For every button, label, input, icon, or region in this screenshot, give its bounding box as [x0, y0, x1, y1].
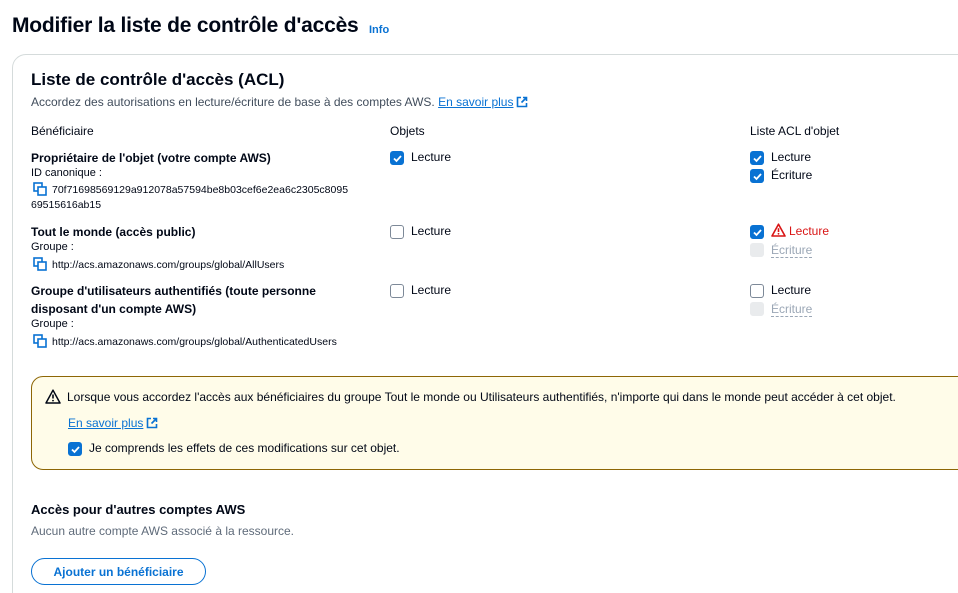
column-header-object-acl: Liste ACL d'objet — [750, 124, 840, 138]
acl-learn-more-label: En savoir plus — [438, 95, 514, 109]
acl-description-text: Accordez des autorisations en lecture/éc… — [31, 95, 435, 109]
authenticated-objects-read-checkbox[interactable] — [390, 284, 404, 298]
authenticated-acl-write-checkbox[interactable] — [750, 302, 764, 316]
page-title: Modifier la liste de contrôle d'accès — [12, 14, 359, 37]
owner-acl-read-label: Lecture — [771, 150, 812, 164]
external-link-icon — [147, 417, 158, 429]
info-link[interactable]: Info — [369, 24, 389, 36]
grantee-owner-name: Propriétaire de l'objet (votre compte AW… — [31, 151, 271, 165]
other-accounts-description: Aucun autre compte AWS associé à la ress… — [31, 524, 295, 538]
copy-icon[interactable] — [33, 182, 47, 196]
authenticated-acl-read-label: Lecture — [771, 283, 812, 297]
copy-icon[interactable] — [33, 334, 47, 348]
alert-learn-more-link[interactable]: En savoir plus — [68, 416, 158, 430]
grantee-authenticated-name-line1: Groupe d'utilisateurs authentifiés (tout… — [31, 284, 316, 298]
external-link-icon — [517, 96, 528, 108]
owner-acl-write-checkbox[interactable] — [750, 169, 764, 183]
warning-triangle-icon — [771, 223, 786, 237]
grantee-owner-canonical-id-line2: 69515616ab15 — [31, 199, 102, 211]
grantee-authenticated-sub-label: Groupe : — [31, 318, 74, 330]
acknowledge-label: Je comprends les effets de ces modificat… — [89, 441, 400, 455]
everyone-objects-read-label: Lecture — [411, 224, 452, 238]
grantee-everyone-sub-label: Groupe : — [31, 241, 74, 253]
warning-triangle-icon — [45, 389, 61, 404]
owner-objects-read-checkbox[interactable] — [390, 151, 404, 165]
owner-objects-read-label: Lecture — [411, 150, 452, 164]
check-icon — [753, 155, 762, 163]
column-header-objects: Objets — [390, 124, 425, 138]
grantee-authenticated-group-uri: http://acs.amazonaws.com/groups/global/A… — [52, 336, 337, 348]
column-header-grantee: Bénéficiaire — [31, 124, 94, 138]
check-icon — [753, 173, 762, 181]
check-icon — [753, 229, 762, 237]
owner-acl-write-label: Écriture — [771, 168, 813, 182]
grantee-owner-sub-label: ID canonique : — [31, 167, 102, 179]
check-icon — [393, 155, 402, 163]
copy-icon[interactable] — [33, 257, 47, 271]
acknowledge-checkbox[interactable] — [68, 442, 82, 456]
authenticated-objects-read-label: Lecture — [411, 283, 452, 297]
authenticated-acl-read-checkbox[interactable] — [750, 284, 764, 298]
add-grantee-button[interactable]: Ajouter un bénéficiaire — [31, 558, 206, 585]
grantee-authenticated-name-line2: disposant d'un compte AWS) — [31, 302, 197, 316]
everyone-acl-write-label: Écriture — [771, 243, 813, 258]
everyone-acl-read-checkbox[interactable] — [750, 225, 764, 239]
check-icon — [71, 446, 80, 454]
alert-message: Lorsque vous accordez l'accès aux bénéfi… — [67, 390, 896, 404]
owner-acl-read-checkbox[interactable] — [750, 151, 764, 165]
alert-learn-more-label: En savoir plus — [68, 416, 144, 430]
grantee-owner-canonical-id-line1: 70f71698569129a912078a57594be8b03cef6e2e… — [52, 184, 349, 196]
everyone-acl-read-label: Lecture — [789, 224, 830, 238]
acl-section-description: Accordez des autorisations en lecture/éc… — [31, 95, 528, 109]
other-accounts-title: Accès pour d'autres comptes AWS — [31, 502, 246, 517]
grantee-everyone-group-uri: http://acs.amazonaws.com/groups/global/A… — [52, 259, 285, 271]
everyone-objects-read-checkbox[interactable] — [390, 225, 404, 239]
acl-section-title: Liste de contrôle d'accès (ACL) — [31, 70, 285, 89]
everyone-acl-write-checkbox[interactable] — [750, 243, 764, 257]
acl-learn-more-link[interactable]: En savoir plus — [438, 95, 528, 109]
authenticated-acl-write-label: Écriture — [771, 302, 813, 317]
grantee-everyone-name: Tout le monde (accès public) — [31, 225, 196, 239]
